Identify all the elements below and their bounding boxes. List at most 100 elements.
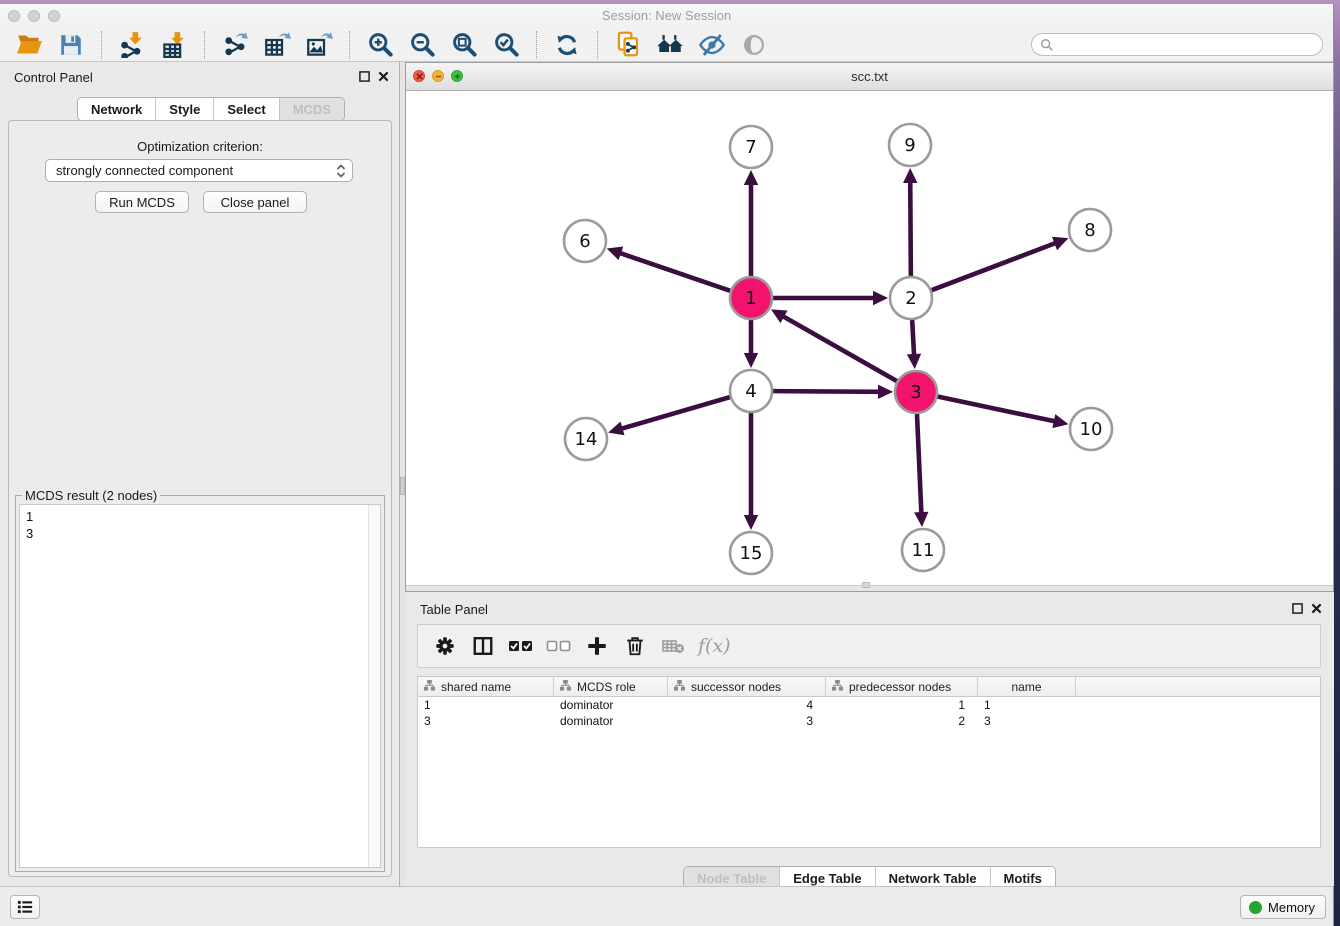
graph-edge-1-6[interactable] [607,247,730,291]
column-header-predecessor-nodes[interactable]: predecessor nodes [826,677,978,696]
home-icon[interactable] [654,29,686,61]
table-cell[interactable]: 3 [978,713,1076,729]
zoom-out-icon[interactable] [406,29,438,61]
control-panel-tabs: NetworkStyleSelectMCDS [77,97,345,121]
column-layout-icon[interactable] [468,631,498,661]
column-header-successor-nodes[interactable]: successor nodes [668,677,826,696]
export-image-icon[interactable] [303,29,335,61]
table-cell[interactable]: 1 [826,697,978,713]
close-panel-button[interactable]: Close panel [203,191,307,213]
svg-text:14: 14 [575,429,598,450]
export-table-icon[interactable] [261,29,293,61]
graph-edge-1-2[interactable] [773,291,888,305]
table-cell[interactable]: dominator [554,697,668,713]
column-header-mcds-role[interactable]: MCDS role [554,677,668,696]
refresh-icon[interactable] [551,29,583,61]
tab-style[interactable]: Style [156,98,214,120]
close-panel-icon[interactable] [378,71,389,82]
zoom-fit-icon[interactable] [448,29,480,61]
graph-node-4[interactable]: 4 [730,370,772,412]
table-cell[interactable]: 1 [418,697,554,713]
result-scrollbar[interactable] [368,505,380,867]
table-cell[interactable]: dominator [554,713,668,729]
close-panel-icon[interactable] [1311,603,1322,614]
memory-button[interactable]: Memory [1240,895,1326,919]
graph-edge-4-3[interactable] [773,385,893,399]
table-settings-gear-icon[interactable] [430,631,460,661]
graph-node-14[interactable]: 14 [565,418,607,460]
network-resize-grip[interactable] [862,582,870,588]
graph-edge-2-8[interactable] [932,237,1069,290]
float-panel-icon[interactable] [1292,603,1303,614]
node-table[interactable]: shared nameMCDS rolesuccessor nodesprede… [417,676,1321,848]
graph-node-1[interactable]: 1 [730,277,772,319]
graph-edge-1-4[interactable] [744,320,758,368]
network-view-window: scc.txt 7968124314101511 [405,62,1334,592]
svg-text:11: 11 [912,540,935,561]
graph-edge-2-3[interactable] [907,320,921,369]
column-type-icon [832,680,843,694]
network-canvas[interactable]: 7 9 6 8 1 2 4 3 14 10 15 11 [406,91,1333,585]
main-toolbar [0,28,1333,62]
table-row[interactable]: 1dominator411 [418,697,1320,713]
copy-network-icon[interactable] [612,29,644,61]
open-file-icon[interactable] [13,29,45,61]
graph-edge-4-15[interactable] [744,413,758,530]
table-row[interactable]: 3dominator323 [418,713,1320,729]
column-header-name[interactable]: name [978,677,1076,696]
graph-node-10[interactable]: 10 [1070,408,1112,450]
svg-text:4: 4 [745,381,756,402]
graph-node-7[interactable]: 7 [730,126,772,168]
apply-function-icon[interactable]: f(x) [698,635,731,657]
table-cell[interactable]: 2 [826,713,978,729]
table-cell[interactable]: 1 [978,697,1076,713]
graph-edge-3-11[interactable] [914,414,928,527]
show-all-eye-icon[interactable] [738,29,770,61]
graph-edge-3-1[interactable] [771,309,897,381]
deselect-all-checkboxes-icon[interactable] [544,631,574,661]
task-history-button[interactable] [10,895,40,919]
column-header-shared-name[interactable]: shared name [418,677,554,696]
zoom-selected-icon[interactable] [490,29,522,61]
main-titlebar: Session: New Session [0,4,1333,29]
graph-node-11[interactable]: 11 [902,529,944,571]
tab-network[interactable]: Network [78,98,156,120]
graph-edge-4-14[interactable] [608,397,730,435]
delete-table-icon[interactable] [658,631,688,661]
import-network-icon[interactable] [116,29,148,61]
graph-edge-1-7[interactable] [744,170,758,276]
graph-node-9[interactable]: 9 [889,124,931,166]
table-cell[interactable]: 3 [668,713,826,729]
graph-node-6[interactable]: 6 [564,220,606,262]
application-window: Session: New Session [0,4,1334,926]
optimization-criterion-label: Optimization criterion: [9,139,391,154]
search-input[interactable] [1059,36,1314,53]
run-mcds-button[interactable]: Run MCDS [95,191,189,213]
table-cell[interactable]: 4 [668,697,826,713]
delete-column-trash-icon[interactable] [620,631,650,661]
save-session-icon[interactable] [55,29,87,61]
graph-node-2[interactable]: 2 [890,277,932,319]
graph-node-15[interactable]: 15 [730,532,772,574]
tab-mcds[interactable]: MCDS [280,98,344,120]
graph-node-8[interactable]: 8 [1069,209,1111,251]
mcds-result-group: MCDS result (2 nodes) 1 3 [15,495,385,872]
graph-node-3[interactable]: 3 [895,371,937,413]
hide-selected-eye-icon[interactable] [696,29,728,61]
graph-edge-3-10[interactable] [938,397,1069,429]
import-table-icon[interactable] [158,29,190,61]
memory-status-dot [1249,901,1262,914]
table-panel: Table Panel [405,592,1334,886]
criterion-select[interactable]: strongly connected component [45,159,353,182]
add-column-plus-icon[interactable] [582,631,612,661]
tab-select[interactable]: Select [214,98,279,120]
float-panel-icon[interactable] [359,71,370,82]
table-panel-title: Table Panel [420,602,488,617]
table-cell[interactable]: 3 [418,713,554,729]
export-network-icon[interactable] [219,29,251,61]
graph-edge-2-9[interactable] [903,168,917,276]
table-toolbar: f(x) [417,624,1321,668]
mcds-result-text[interactable]: 1 3 [19,504,381,868]
select-all-checkboxes-icon[interactable] [506,631,536,661]
zoom-in-icon[interactable] [364,29,396,61]
